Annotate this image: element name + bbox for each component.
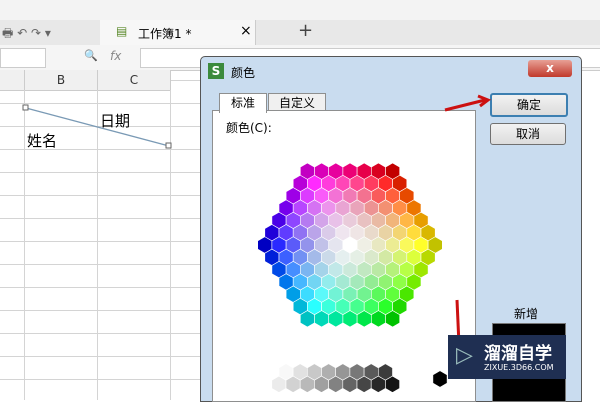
dialog-title: 颜色 <box>231 66 256 80</box>
cell-text-name: 姓名 <box>27 132 58 150</box>
watermark-name: 溜溜自学 <box>484 344 552 364</box>
new-tab-button[interactable]: + <box>298 20 313 41</box>
close-button[interactable]: x <box>528 60 572 77</box>
new-color-label: 新增 <box>514 307 539 321</box>
app-icon: S <box>208 63 224 79</box>
close-tab-icon[interactable]: × <box>240 23 252 39</box>
cell-text-date: 日期 <box>100 112 131 130</box>
ok-button[interactable]: 确定 <box>490 93 568 117</box>
cancel-button[interactable]: 取消 <box>490 123 566 145</box>
tab-standard[interactable]: 标准 <box>219 93 267 113</box>
watermark: ▷ 溜溜自学 ZIXUE.3D66.COM <box>448 335 566 379</box>
play-logo-icon: ▷ <box>456 343 473 368</box>
watermark-url: ZIXUE.3D66.COM <box>484 363 554 372</box>
color-hexagon[interactable] <box>212 130 474 400</box>
selected-black-swatch[interactable] <box>432 370 448 388</box>
